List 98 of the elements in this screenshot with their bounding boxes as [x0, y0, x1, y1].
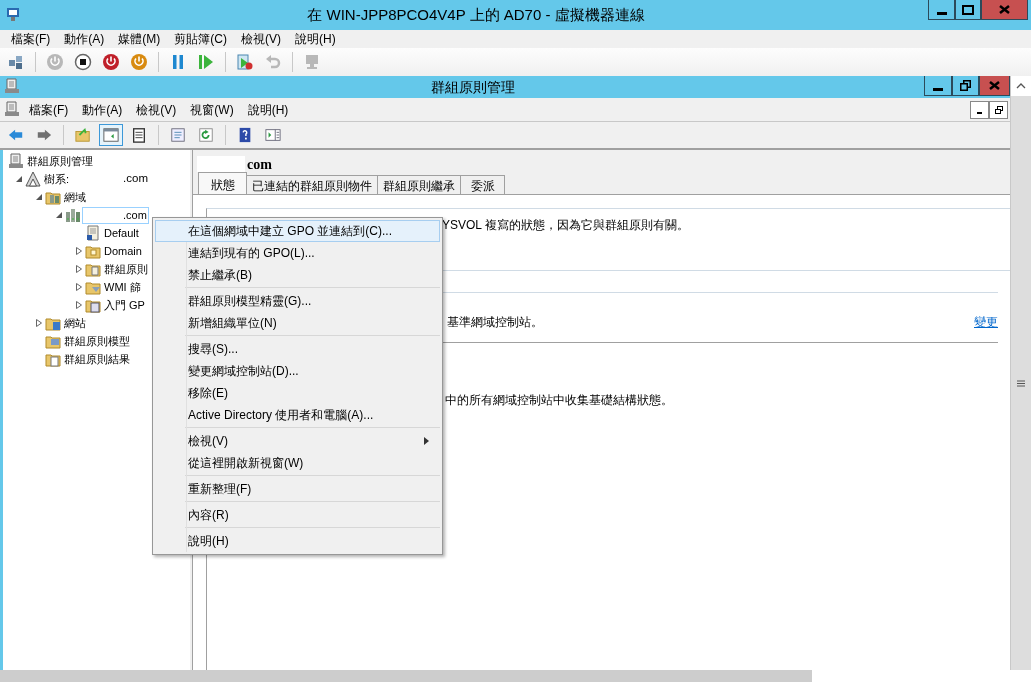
- collapse-arrow-icon[interactable]: [35, 193, 43, 201]
- menu-item[interactable]: 內容(R): [155, 504, 440, 526]
- menu-item[interactable]: 說明(H): [155, 530, 440, 552]
- folder-icon: [45, 315, 61, 331]
- menu-item[interactable]: 檢視(V): [234, 30, 288, 48]
- expand-arrow-icon[interactable]: [35, 319, 43, 327]
- power-icon[interactable]: [130, 53, 148, 71]
- menu-item[interactable]: 從這裡開啟新視窗(W): [155, 452, 440, 474]
- server-icon: [65, 207, 81, 223]
- change-link[interactable]: 變更: [974, 313, 998, 342]
- restore-icon: [960, 80, 971, 91]
- expand-arrow-icon[interactable]: [75, 247, 83, 255]
- expand-arrow-icon[interactable]: [75, 265, 83, 273]
- expand-arrow-icon[interactable]: [75, 283, 83, 291]
- tree-item[interactable]: 網域: [62, 188, 88, 206]
- minimize-icon: [977, 111, 982, 114]
- status-text: 基準網域控制站。: [447, 314, 543, 331]
- server-folder-icon: [45, 189, 61, 205]
- menu-item[interactable]: 視窗(W): [183, 100, 241, 119]
- menu-item[interactable]: 禁止繼承(B): [155, 264, 440, 286]
- tree-item[interactable]: Domain: [102, 242, 144, 260]
- folder-icon: [45, 333, 61, 349]
- menu-item[interactable]: Active Directory 使用者和電腦(A)...: [155, 404, 440, 426]
- menu-item[interactable]: 連結到現有的 GPO(L)...: [155, 242, 440, 264]
- folder-icon: [85, 243, 101, 259]
- folder-icon: [85, 261, 101, 277]
- close-button[interactable]: [979, 76, 1010, 96]
- close-icon: [999, 5, 1010, 14]
- window-title: 在 WIN-JPP8PCO4V4P 上的 AD70 - 虛擬機器連線: [307, 5, 645, 25]
- domain-name: .com: [123, 171, 148, 187]
- console-icon: [4, 78, 22, 96]
- close-button[interactable]: [981, 0, 1028, 20]
- vertical-scrollbar[interactable]: [1010, 76, 1031, 670]
- tree-item[interactable]: 群組原則結果: [62, 350, 132, 368]
- grip-icon: [1017, 379, 1025, 387]
- tree-item[interactable]: 樹系:: [42, 170, 72, 188]
- menu-item[interactable]: 剪貼簿(C): [167, 30, 234, 48]
- details-title: com: [247, 155, 272, 174]
- console-icon: [8, 153, 24, 169]
- play-icon[interactable]: [197, 53, 215, 71]
- menu-item[interactable]: 在這個網域中建立 GPO 並連結到(C)...: [155, 220, 440, 242]
- menu-item[interactable]: 檔案(F): [4, 30, 58, 48]
- maximize-icon: [962, 4, 974, 15]
- tree-item[interactable]: WMI 篩: [102, 278, 143, 296]
- horizontal-scrollbar[interactable]: [0, 670, 1031, 682]
- restore-icon: [994, 105, 1003, 114]
- close-icon: [989, 81, 1000, 90]
- minimize-icon: [936, 11, 947, 15]
- folder-icon: [85, 279, 101, 295]
- folder-icon: [45, 351, 61, 367]
- collapse-arrow-icon[interactable]: [55, 211, 63, 219]
- minimize-button[interactable]: [970, 100, 989, 119]
- restore-button[interactable]: [989, 100, 1008, 119]
- tree-item[interactable]: 網站: [62, 314, 88, 332]
- tree-item[interactable]: Default: [102, 224, 141, 242]
- menu-item[interactable]: 動作(A): [75, 100, 130, 119]
- restore-button[interactable]: [952, 76, 979, 96]
- network-icon[interactable]: [7, 53, 25, 71]
- menu-item[interactable]: 群組原則模型精靈(G)...: [155, 290, 440, 312]
- caret-icon: [1016, 83, 1026, 89]
- submenu-arrow-icon: [424, 437, 429, 445]
- menu-item[interactable]: 檢視(V): [129, 100, 184, 119]
- tab[interactable]: 群組原則繼承: [377, 175, 461, 194]
- menu-item[interactable]: 說明(H): [240, 100, 296, 119]
- expand-arrow-icon[interactable]: [75, 301, 83, 309]
- window-title: 群組原則管理: [431, 78, 515, 97]
- menu-item[interactable]: 說明(H): [288, 30, 343, 48]
- stop-icon[interactable]: [74, 53, 92, 71]
- menu-item[interactable]: 搜尋(S)...: [155, 338, 440, 360]
- minimize-button[interactable]: [924, 76, 952, 96]
- tree-item[interactable]: .com: [82, 206, 149, 224]
- collapse-arrow-icon[interactable]: [15, 175, 23, 183]
- triangles-icon: [25, 171, 41, 187]
- tree-item[interactable]: 群組原則模型: [62, 332, 132, 350]
- menu-item[interactable]: 檔案(F): [22, 100, 76, 119]
- tree-item[interactable]: 入門 GP: [102, 296, 147, 314]
- folder-icon: [85, 297, 101, 313]
- tab[interactable]: 狀態: [198, 172, 247, 194]
- menu-item[interactable]: 媒體(M): [111, 30, 168, 48]
- menu-item[interactable]: 重新整理(F): [155, 478, 440, 500]
- menu-item[interactable]: 檢視(V): [155, 430, 440, 452]
- film-icon[interactable]: [236, 53, 254, 71]
- scroll-thumb[interactable]: [0, 670, 812, 682]
- menu-item[interactable]: 變更網域控制站(D)...: [155, 360, 440, 382]
- minimize-icon: [933, 87, 943, 91]
- tab[interactable]: 委派: [460, 175, 505, 194]
- status-text: YSVOL 複寫的狀態，因為它與群組原則有關。: [442, 217, 689, 234]
- document-icon: [85, 225, 101, 241]
- tree-item[interactable]: 群組原則: [102, 260, 150, 278]
- menu-item[interactable]: 新增組織單位(N): [155, 312, 440, 334]
- tree-item[interactable]: 群組原則管理: [25, 152, 95, 170]
- maximize-button[interactable]: [955, 0, 981, 20]
- menu-item[interactable]: 移除(E): [155, 382, 440, 404]
- menu-item[interactable]: 動作(A): [57, 30, 112, 48]
- minimize-button[interactable]: [928, 0, 955, 20]
- status-text: 中的所有網域控制站中收集基礎結構狀態。: [445, 392, 673, 409]
- power-icon[interactable]: [102, 53, 120, 71]
- tab[interactable]: 已連結的群組原則物件: [246, 175, 378, 194]
